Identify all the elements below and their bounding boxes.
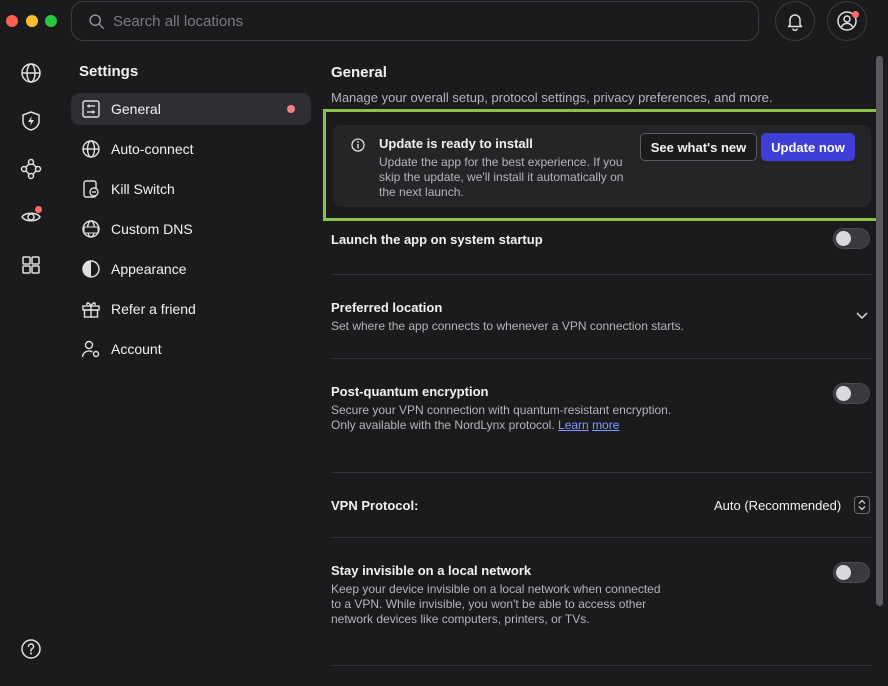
globe-refresh-icon xyxy=(81,139,101,159)
setting-description: Secure your VPN connection with quantum-… xyxy=(331,403,672,432)
menu-item-label: Kill Switch xyxy=(111,181,175,197)
menu-item-label: Appearance xyxy=(111,261,187,277)
update-card-title: Update is ready to install xyxy=(379,136,533,151)
setting-post-quantum: Post-quantum encryption Secure your VPN … xyxy=(331,384,676,433)
menu-item-general[interactable]: General xyxy=(71,93,311,125)
setting-title: Stay invisible on a local network xyxy=(331,563,532,578)
learn-more-link-cont[interactable]: more xyxy=(592,418,619,432)
divider xyxy=(331,358,871,359)
meshnet-icon[interactable] xyxy=(19,157,43,181)
menu-item-label: Account xyxy=(111,341,162,357)
vpn-protocol-select[interactable] xyxy=(854,496,870,514)
divider xyxy=(331,472,871,473)
divider xyxy=(331,665,871,666)
user-gear-icon xyxy=(81,339,101,359)
gift-icon xyxy=(81,299,101,319)
update-card-text: Update the app for the best experience. … xyxy=(379,155,624,199)
general-notification-dot xyxy=(287,105,295,113)
divider xyxy=(331,274,871,275)
globe-icon[interactable] xyxy=(19,61,43,85)
setting-title: Post-quantum encryption xyxy=(331,384,489,399)
menu-item-custom-dns[interactable]: Custom DNS xyxy=(71,213,311,245)
divider xyxy=(331,537,871,538)
info-icon xyxy=(351,138,365,152)
up-down-chevron-icon xyxy=(858,499,866,511)
menu-item-refer-a-friend[interactable]: Refer a friend xyxy=(71,293,311,325)
post-quantum-toggle[interactable] xyxy=(833,383,870,404)
search-icon xyxy=(89,13,104,29)
settings-heading: Settings xyxy=(79,63,139,80)
vpn-protocol-value[interactable]: Auto (Recommended) xyxy=(714,498,841,513)
menu-item-label: General xyxy=(111,101,161,117)
page-title: General xyxy=(331,64,387,81)
setting-description: Set where the app connects to whenever a… xyxy=(331,319,684,333)
settings-menu: General Auto-connect Kill Switch Custom … xyxy=(71,93,311,373)
menu-item-label: Custom DNS xyxy=(111,221,193,237)
page-description: Manage your overall setup, protocol sett… xyxy=(331,90,773,105)
half-circle-icon xyxy=(81,259,101,279)
shield-bolt-icon[interactable] xyxy=(19,109,43,133)
stay-invisible-toggle[interactable] xyxy=(833,562,870,583)
setting-title: Preferred location xyxy=(331,300,443,315)
setting-description: Keep your device invisible on a local ne… xyxy=(331,582,661,626)
setting-title: Launch the app on system startup xyxy=(331,232,543,247)
menu-item-label: Refer a friend xyxy=(111,301,196,317)
menu-item-kill-switch[interactable]: Kill Switch xyxy=(71,173,311,205)
zoom-window-button[interactable] xyxy=(45,15,57,27)
bell-icon xyxy=(787,14,803,31)
profile-notification-dot xyxy=(852,11,859,18)
update-now-button[interactable]: Update now xyxy=(761,133,855,161)
scrollbar-thumb[interactable] xyxy=(876,56,883,606)
sliders-icon xyxy=(81,99,101,119)
minimize-window-button[interactable] xyxy=(26,15,38,27)
menu-item-account[interactable]: Account xyxy=(71,333,311,365)
navigation-rail xyxy=(0,44,62,686)
apps-grid-icon[interactable] xyxy=(19,253,43,277)
title-bar xyxy=(0,0,888,44)
dns-globe-icon xyxy=(81,219,101,239)
search-input[interactable] xyxy=(113,12,713,30)
setting-preferred-location[interactable]: Preferred location Set where the app con… xyxy=(331,300,871,334)
kill-switch-icon xyxy=(81,179,101,199)
menu-item-label: Auto-connect xyxy=(111,141,194,157)
profile-button[interactable] xyxy=(827,1,867,41)
learn-more-link[interactable]: Learn xyxy=(558,418,589,432)
update-card: Update is ready to install Update the ap… xyxy=(333,125,871,207)
launch-on-startup-toggle[interactable] xyxy=(833,228,870,249)
close-window-button[interactable] xyxy=(6,15,18,27)
notifications-button[interactable] xyxy=(775,1,815,41)
threat-notification-dot xyxy=(35,206,42,213)
chevron-down-icon[interactable] xyxy=(856,312,868,320)
help-icon[interactable] xyxy=(19,637,43,661)
menu-item-appearance[interactable]: Appearance xyxy=(71,253,311,285)
threat-protection-icon[interactable] xyxy=(19,205,43,229)
setting-stay-invisible: Stay invisible on a local network Keep y… xyxy=(331,563,671,627)
menu-item-auto-connect[interactable]: Auto-connect xyxy=(71,133,311,165)
search-bar[interactable] xyxy=(71,1,759,41)
see-whats-new-button[interactable]: See what's new xyxy=(640,133,757,161)
setting-launch-on-startup: Launch the app on system startup xyxy=(331,232,871,247)
